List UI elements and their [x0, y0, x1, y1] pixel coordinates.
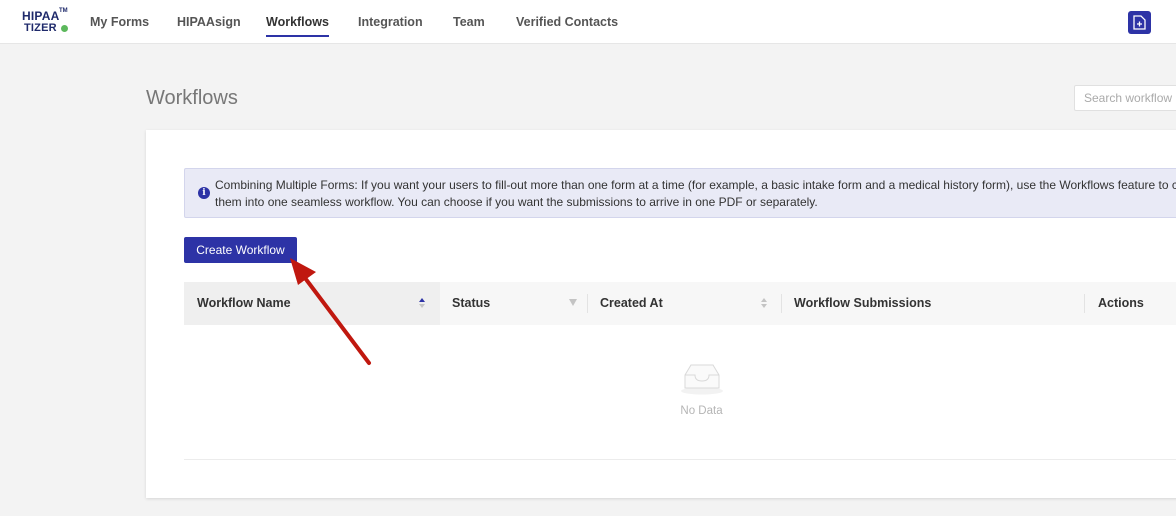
logo-line-1: HIPAA [22, 9, 60, 23]
nav-team[interactable]: Team [453, 0, 485, 44]
info-banner: i Combining Multiple Forms: If you want … [184, 168, 1176, 218]
document-button[interactable] [1128, 11, 1151, 34]
info-text: Combining Multiple Forms: If you want yo… [215, 177, 1176, 211]
column-divider [781, 294, 782, 313]
logo-dot-icon [61, 25, 68, 32]
nav-workflows[interactable]: Workflows [266, 0, 329, 44]
nav-integration[interactable]: Integration [358, 0, 423, 44]
logo-trademark: TM [59, 8, 68, 14]
empty-inbox-icon [681, 364, 723, 395]
column-divider [1084, 294, 1085, 313]
nav-hipaasign[interactable]: HIPAAsign [177, 0, 241, 44]
column-divider [587, 294, 588, 313]
info-text-line-2: them into one seamless workflow. You can… [215, 195, 818, 209]
annotation-arrow-icon [290, 258, 371, 365]
column-created-at[interactable]: Created At [600, 282, 663, 325]
document-icon [1133, 15, 1146, 30]
no-data-text: No Data [680, 405, 723, 417]
nav-my-forms[interactable]: My Forms [90, 0, 149, 44]
column-workflow-name[interactable]: Workflow Name [197, 282, 291, 325]
logo-line-2: TIZER [24, 22, 57, 34]
info-icon: i [198, 187, 210, 199]
created-at-sort-icon[interactable] [760, 298, 768, 309]
top-navigation-bar: HIPAA TM TIZER My Forms HIPAAsign Workfl… [0, 0, 1176, 44]
column-workflow-submissions: Workflow Submissions [794, 296, 932, 310]
search-workflow-input[interactable]: Search workflow [1074, 85, 1176, 111]
info-text-line-1: Combining Multiple Forms: If you want yo… [215, 178, 1176, 192]
column-actions: Actions [1098, 296, 1144, 310]
nav-verified-contacts[interactable]: Verified Contacts [516, 0, 618, 44]
workflow-name-sort-icon[interactable] [418, 298, 426, 309]
column-status[interactable]: Status [452, 282, 490, 325]
hipaatizer-logo[interactable]: HIPAA TM TIZER [22, 8, 74, 36]
status-filter-icon[interactable] [569, 299, 577, 306]
page-title: Workflows [146, 87, 238, 109]
